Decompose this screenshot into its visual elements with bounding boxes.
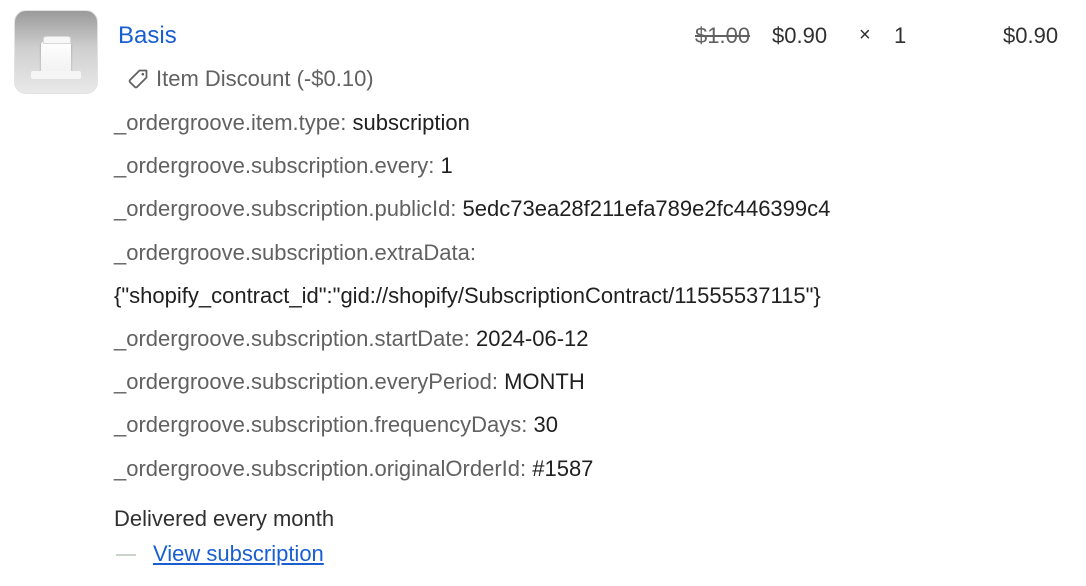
property-row: _ordergroove.subscription.every: 1 xyxy=(114,153,1074,196)
property-key: _ordergroove.subscription.frequencyDays: xyxy=(114,412,528,438)
multiply-symbol: × xyxy=(859,24,871,46)
line-total: $0.90 xyxy=(1003,23,1059,48)
property-value: #1587 xyxy=(532,455,594,481)
property-row: _ordergroove.subscription.extraData: xyxy=(114,240,1074,283)
view-subscription-link[interactable]: View subscription xyxy=(153,541,324,567)
property-row: {"shopify_contract_id":"gid://shopify/Su… xyxy=(114,283,1074,326)
current-price: $0.90 xyxy=(772,23,828,48)
property-value: 30 xyxy=(533,412,558,438)
property-key: _ordergroove.subscription.every: xyxy=(114,153,435,179)
tag-icon xyxy=(128,69,148,89)
property-key: _ordergroove.subscription.everyPeriod: xyxy=(114,369,498,395)
product-jar-image xyxy=(41,36,71,75)
subscription-link-row: View subscription xyxy=(116,541,324,567)
original-price: $1.00 xyxy=(695,23,751,48)
property-row: _ordergroove.subscription.startDate: 202… xyxy=(114,326,1074,369)
property-row: _ordergroove.subscription.originalOrderI… xyxy=(114,456,1074,499)
property-value: subscription xyxy=(352,110,470,135)
item-discount: Item Discount (-$0.10) xyxy=(126,66,374,92)
property-value: 5edc73ea28f211efa789e2fc446399c4 xyxy=(462,196,831,222)
product-title-link[interactable]: Basis xyxy=(118,22,177,50)
line-item: Basis Item Discount (-$0.10) $1.00 $0.90… xyxy=(0,0,1086,586)
property-key: _ordergroove.subscription.originalOrderI… xyxy=(114,455,527,481)
property-key: _ordergroove.item.type: xyxy=(114,110,347,135)
property-row: _ordergroove.item.type: subscription xyxy=(114,110,1074,153)
property-value: MONTH xyxy=(504,369,585,395)
property-key: _ordergroove.subscription.extraData: xyxy=(114,239,476,265)
property-key: _ordergroove.subscription.publicId: xyxy=(114,196,457,222)
property-value: 1 xyxy=(440,153,453,179)
property-value: 2024-06-12 xyxy=(475,325,589,351)
delivery-frequency-text: Delivered every month xyxy=(114,506,335,531)
line-item-properties: _ordergroove.item.type: subscription _or… xyxy=(114,110,1074,499)
product-thumbnail[interactable] xyxy=(14,10,98,94)
property-value: {"shopify_contract_id":"gid://shopify/Su… xyxy=(114,282,821,308)
property-row: _ordergroove.subscription.frequencyDays:… xyxy=(114,412,1074,455)
property-row: _ordergroove.subscription.publicId: 5edc… xyxy=(114,196,1074,239)
property-row: _ordergroove.subscription.everyPeriod: M… xyxy=(114,369,1074,412)
product-base-image xyxy=(31,71,81,79)
quantity: 1 xyxy=(894,23,907,48)
item-discount-label: Item Discount (-$0.10) xyxy=(156,66,374,91)
subscription-app-icon xyxy=(116,554,136,556)
property-key: _ordergroove.subscription.startDate: xyxy=(114,325,470,351)
